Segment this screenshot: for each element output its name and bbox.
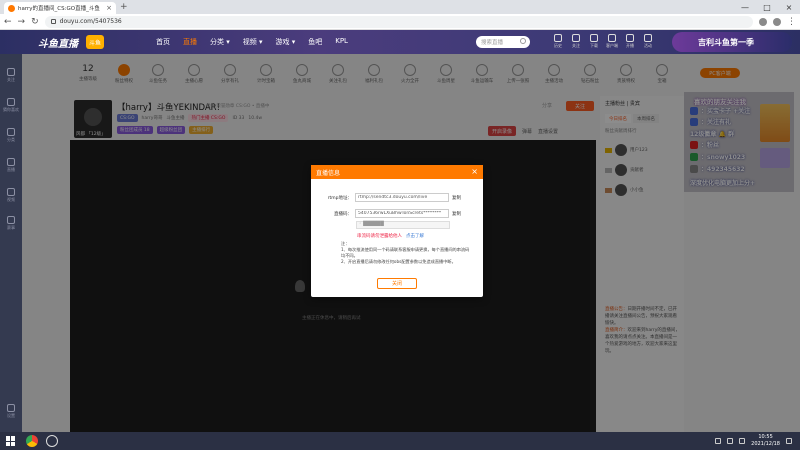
masked-field[interactable]: ◦ ██████ (356, 221, 450, 229)
search-input[interactable]: 搜索直播 (476, 36, 530, 48)
dialog-header: 直播信息 × (311, 165, 483, 179)
sidebar-item-video[interactable]: 视频 (3, 188, 19, 203)
sidebar-item-recommend[interactable]: 猜你喜欢 (3, 98, 19, 113)
url-field[interactable]: douyu.com/5407536 (44, 15, 753, 28)
history-button[interactable]: 历史 (552, 34, 564, 49)
system-tray: 10:55 2021/12/18 (715, 434, 792, 448)
taskbar: 10:55 2021/12/18 (0, 432, 800, 450)
douyu-logo[interactable]: 斗鱼直播 (38, 35, 78, 50)
window-controls: — □ × (734, 0, 800, 14)
chrome-icon[interactable] (26, 435, 38, 447)
forward-icon[interactable]: → (18, 17, 26, 27)
copy-rtmp-button[interactable]: 复制 (452, 195, 461, 201)
nav-category[interactable]: 分类 ▾ (210, 37, 230, 47)
events-button[interactable]: 活动 (642, 34, 654, 49)
tv-icon (7, 158, 15, 166)
nav-kpl[interactable]: KPL (335, 37, 348, 47)
clock[interactable]: 10:55 2021/12/18 (751, 434, 780, 448)
client-icon (608, 34, 616, 42)
volume-icon[interactable] (727, 438, 734, 444)
header-banner[interactable]: 吉利斗鱼第一季 (672, 32, 792, 52)
stream-key-field[interactable] (355, 209, 449, 218)
follow-list-button[interactable]: 关注 (570, 34, 582, 49)
broadcast-button[interactable]: 开播 (624, 34, 636, 49)
nav-home[interactable]: 首页 (156, 37, 170, 47)
rtmp-row: rtmp地址： 复制 (316, 193, 461, 202)
download-icon (590, 34, 598, 42)
gift-icon (644, 34, 652, 42)
extension-icon[interactable] (759, 17, 767, 26)
tab-close-icon[interactable]: × (106, 4, 112, 12)
url-text: douyu.com/5407536 (59, 18, 122, 25)
dialog-notes: 注： 1、每次推流使用同一个码请联系客服申请更换，每个直播间的串流码均不同。 2… (341, 241, 470, 264)
heart-icon (7, 68, 15, 76)
maximize-icon[interactable]: □ (756, 0, 778, 14)
minimize-icon[interactable]: — (734, 0, 756, 14)
obs-icon[interactable] (46, 435, 58, 447)
learn-more-link[interactable]: 点击了解 (406, 234, 424, 239)
trophy-icon (7, 216, 15, 224)
client-button[interactable]: 客户端 (606, 34, 618, 49)
history-icon (554, 34, 562, 42)
sidebar-item-match[interactable]: 赛事 (3, 216, 19, 231)
play-icon (7, 188, 15, 196)
tab-title: harry的直播间_CS:GO直播_斗鱼 (18, 6, 100, 12)
key-row: 直播码： 复制 (316, 209, 461, 218)
search-icon[interactable] (520, 38, 526, 44)
new-tab-icon[interactable]: + (120, 2, 128, 12)
reload-icon[interactable]: ↻ (31, 17, 39, 27)
rtmp-label: rtmp地址： (327, 195, 352, 201)
grid-icon (7, 128, 15, 136)
sidebar-item-category[interactable]: 分类 (3, 128, 19, 143)
network-icon[interactable] (715, 438, 722, 444)
browser-tab[interactable]: harry的直播间_CS:GO直播_斗鱼 × (4, 2, 116, 14)
dialog-title: 直播信息 (316, 169, 341, 177)
address-bar-row: ← → ↻ douyu.com/5407536 ⋮ (0, 14, 800, 30)
nav-game[interactable]: 游戏 ▾ (276, 37, 296, 47)
header-icons: 历史 关注 下载 客户端 开播 活动 (552, 34, 654, 49)
nav-yuba[interactable]: 鱼吧 (308, 37, 322, 47)
douyu-favicon-icon (8, 4, 15, 12)
logo-badge: 斗鱼 (86, 35, 104, 49)
close-button[interactable]: 关闭 (377, 278, 417, 289)
download-button[interactable]: 下载 (588, 34, 600, 49)
browser-tab-strip: harry的直播间_CS:GO直播_斗鱼 × + — □ × (0, 0, 800, 14)
rtmp-address-field[interactable] (355, 193, 449, 202)
windows-start-icon[interactable] (6, 436, 16, 446)
sidebar-item-follow[interactable]: 关注 (3, 68, 19, 83)
left-sidebar: 关注 猜你喜欢 分类 直播 视频 赛事 设置 (0, 54, 22, 432)
back-icon[interactable]: ← (4, 17, 12, 27)
nav-video[interactable]: 视频 ▾ (243, 37, 263, 47)
nav-live[interactable]: 直播 (183, 37, 197, 47)
heart-icon (572, 34, 580, 42)
stream-info-dialog: 直播信息 × rtmp地址： 复制 直播码： 复制 ◦ ██████ 串流码请勿… (311, 165, 483, 297)
gear-icon (7, 404, 15, 412)
key-label: 直播码： (334, 211, 352, 217)
thumb-icon (7, 98, 15, 106)
lock-icon (50, 19, 56, 24)
profile-icon[interactable] (773, 17, 781, 26)
site-header: 斗鱼直播 斗鱼 首页 直播 分类 ▾ 视频 ▾ 游戏 ▾ 鱼吧 KPL 搜索直播… (0, 30, 800, 54)
sidebar-item-settings[interactable]: 设置 (3, 404, 19, 419)
browser-menu-icon[interactable]: ⋮ (787, 17, 796, 27)
copy-key-button[interactable]: 复制 (452, 211, 461, 217)
main-nav: 首页 直播 分类 ▾ 视频 ▾ 游戏 ▾ 鱼吧 KPL (156, 37, 348, 47)
warning-text: 串流码请勿泄露给他人 点击了解 (357, 234, 424, 239)
notification-icon[interactable] (786, 438, 792, 444)
dialog-close-icon[interactable]: × (471, 167, 478, 176)
sidebar-item-live[interactable]: 直播 (3, 158, 19, 173)
window-close-icon[interactable]: × (778, 0, 800, 14)
ime-icon[interactable] (739, 438, 746, 444)
camera-icon (626, 34, 634, 42)
